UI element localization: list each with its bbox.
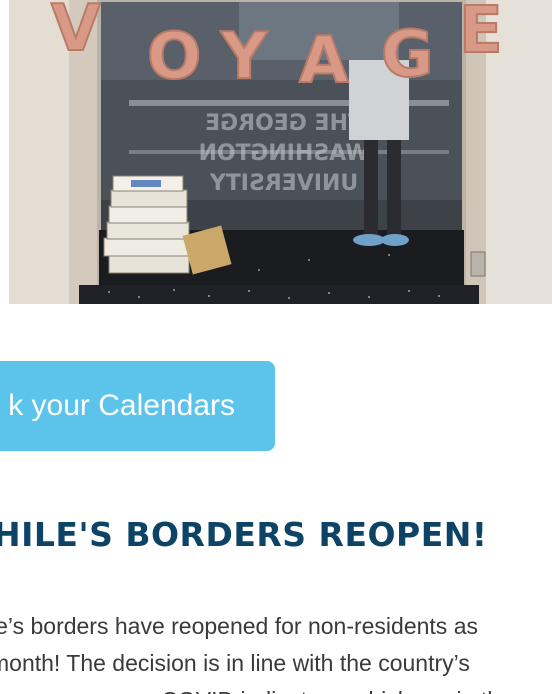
body-line-2: month! The decision is in line with the …: [0, 650, 470, 676]
body-line-3: s on COVID indicators, which are in the: [0, 682, 552, 694]
voyage-photo: THE GEORGE WASHINGTON UNIVERSITY V O Y A…: [9, 0, 552, 304]
article-headline: HILE'S BORDERS REOPEN!: [0, 515, 488, 554]
balloon-letter-g: G: [381, 18, 434, 92]
balloon-letter-e: E: [459, 0, 503, 68]
wall-outlet: [470, 251, 486, 277]
mark-your-calendars-button[interactable]: k your Calendars: [0, 361, 275, 451]
balloon-letter-a: A: [299, 24, 349, 98]
balloon-letter-y: Y: [220, 20, 268, 94]
glass-etching: THE GEORGE WASHINGTON UNIVERSITY: [199, 111, 370, 196]
balloon-letter-v: V: [51, 0, 101, 66]
balloon-letter-o: O: [147, 20, 201, 94]
voyage-photo-illustration: THE GEORGE WASHINGTON UNIVERSITY V O Y A…: [9, 0, 552, 304]
glass-etching-line-3: UNIVERSITY: [209, 171, 358, 196]
email-viewport: THE GEORGE WASHINGTON UNIVERSITY V O Y A…: [0, 0, 552, 694]
glass-etching-line-1: THE GEORGE: [205, 111, 363, 136]
glass-etching-line-2: WASHINGTON: [199, 141, 370, 166]
speckled-floor: [79, 285, 479, 304]
article-body: le’s borders have reopened for non-resid…: [0, 608, 552, 694]
body-line-1: le’s borders have reopened for non-resid…: [0, 613, 478, 639]
